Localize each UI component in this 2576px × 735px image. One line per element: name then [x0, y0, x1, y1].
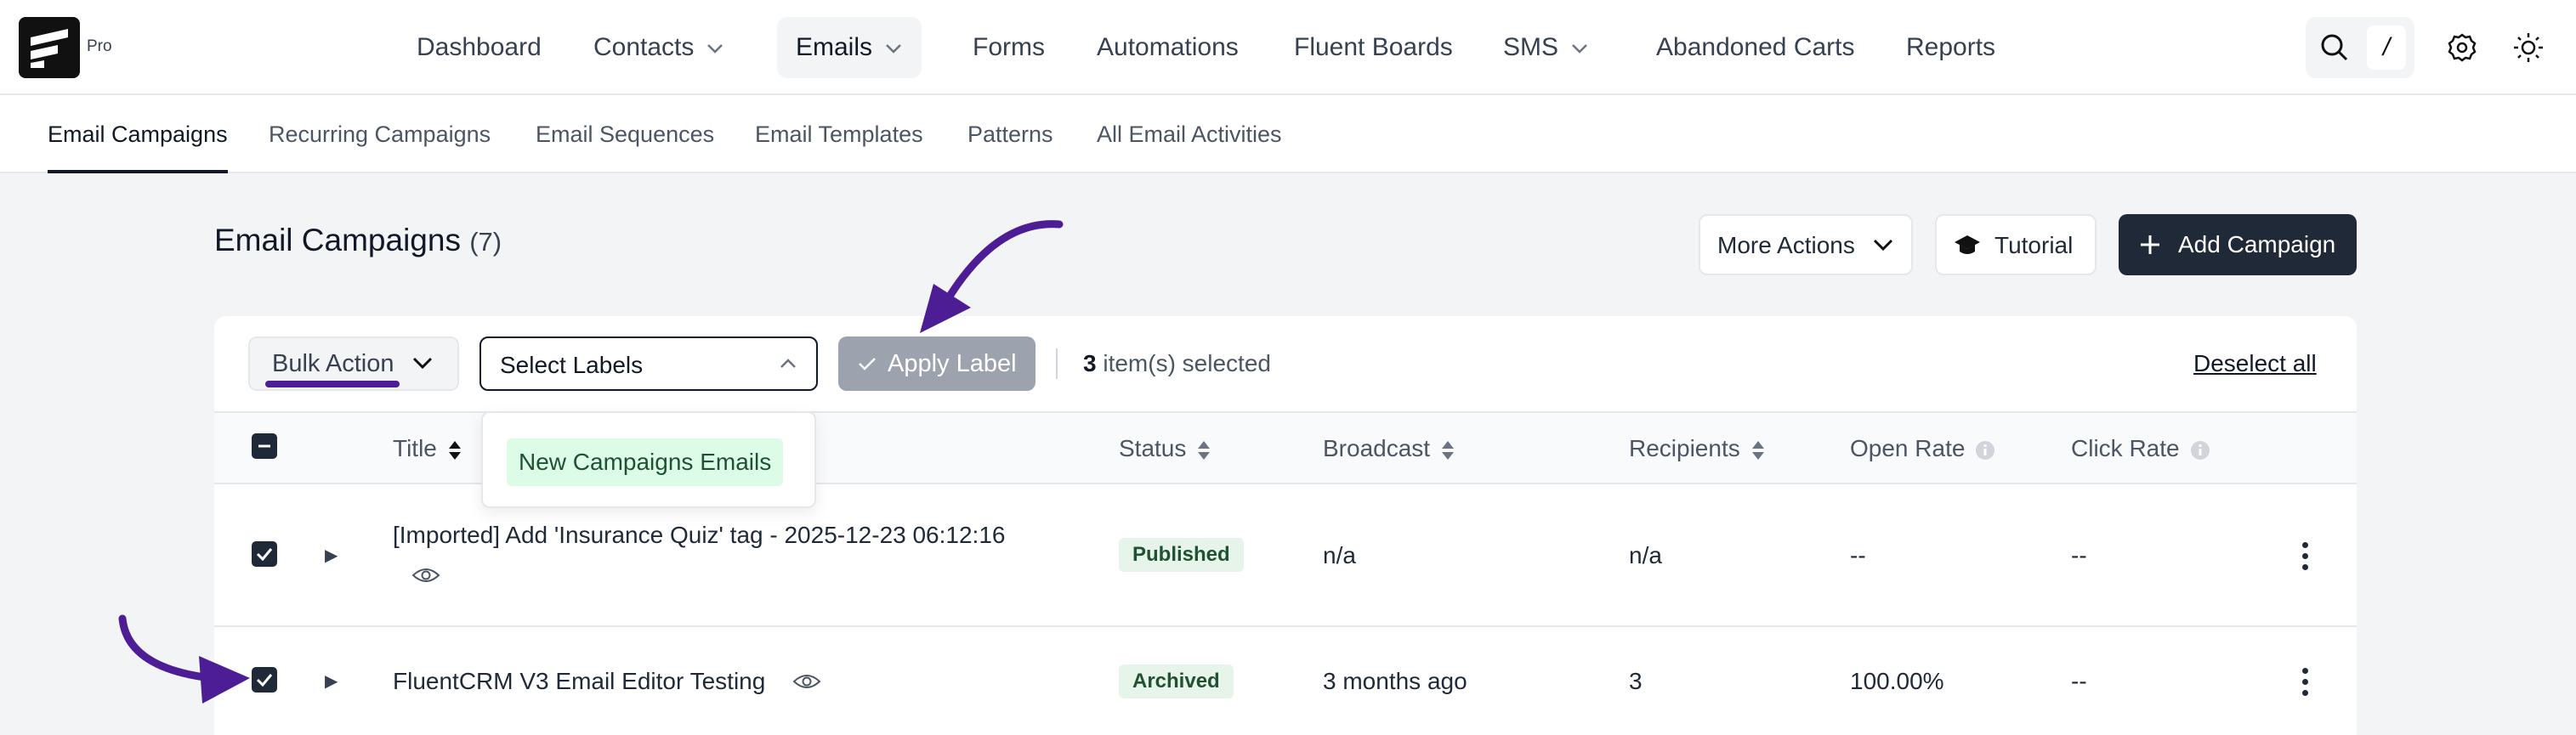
- add-campaign-button[interactable]: Add Campaign: [2119, 214, 2357, 275]
- annotation-arrow-icon: [920, 220, 1064, 333]
- chevron-down-icon: [707, 44, 723, 54]
- select-labels-placeholder: Select Labels: [500, 352, 644, 378]
- row-menu-icon[interactable]: [2302, 668, 2309, 701]
- gear-icon[interactable]: [2445, 31, 2479, 65]
- recipients-value: 3: [1629, 668, 1643, 694]
- open-rate-value: --: [1850, 542, 1866, 568]
- fluentcrm-logo[interactable]: [19, 17, 80, 78]
- labels-dropdown-menu: New Campaigns Emails: [481, 411, 816, 508]
- select-all-checkbox[interactable]: [252, 433, 277, 459]
- search-shortcut-key: /: [2367, 25, 2406, 70]
- column-status[interactable]: Status: [1119, 435, 1211, 462]
- column-broadcast[interactable]: Broadcast: [1323, 435, 1455, 462]
- tutorial-button[interactable]: Tutorial: [1935, 214, 2097, 275]
- nav-forms[interactable]: Forms: [954, 17, 1064, 78]
- column-click-rate: Click Rate: [2071, 435, 2210, 462]
- sort-icon: [1751, 440, 1764, 460]
- campaign-count: (7): [469, 227, 502, 257]
- tab-all-email-activities[interactable]: All Email Activities: [1097, 95, 1282, 173]
- campaign-title[interactable]: [Imported] Add 'Insurance Quiz' tag - 20…: [393, 522, 1005, 549]
- label-option[interactable]: New Campaigns Emails: [507, 438, 784, 486]
- email-subnavigation: Email Campaigns Recurring Campaigns Emai…: [0, 95, 2576, 173]
- open-rate-value: 100.00%: [1850, 668, 1944, 694]
- broadcast-value: 3 months ago: [1323, 668, 1467, 694]
- expand-row-icon[interactable]: ▶: [325, 670, 338, 692]
- status-badge: Archived: [1119, 664, 1234, 698]
- column-open-rate: Open Rate: [1850, 435, 1995, 462]
- select-labels-input[interactable]: Select Labels: [479, 336, 818, 391]
- selection-count: 3 item(s) selected: [1083, 350, 1271, 376]
- plus-icon: [2141, 235, 2159, 254]
- broadcast-value: n/a: [1323, 542, 1356, 568]
- tab-recurring-campaigns[interactable]: Recurring Campaigns: [269, 95, 491, 173]
- annotation-underline: [265, 381, 400, 387]
- nav-reports[interactable]: Reports: [1887, 17, 2014, 78]
- pro-badge: Pro: [87, 37, 112, 55]
- chevron-down-icon: [1572, 44, 1587, 54]
- chevron-down-icon: [886, 44, 901, 54]
- click-rate-value: --: [2071, 542, 2087, 568]
- nav-automations[interactable]: Automations: [1078, 17, 1257, 78]
- expand-row-icon[interactable]: ▶: [325, 545, 338, 566]
- chevron-down-icon: [1873, 239, 1893, 252]
- divider: [1056, 348, 1058, 379]
- sort-icon: [1442, 440, 1455, 460]
- click-rate-value: --: [2071, 668, 2087, 694]
- tab-email-campaigns[interactable]: Email Campaigns: [48, 95, 228, 173]
- row-divider: [214, 625, 2357, 627]
- bulk-action-dropdown[interactable]: Bulk Action: [248, 336, 459, 391]
- tab-patterns[interactable]: Patterns: [967, 95, 1053, 173]
- more-actions-button[interactable]: More Actions: [1699, 214, 1913, 275]
- tab-email-sequences[interactable]: Email Sequences: [536, 95, 714, 173]
- annotation-arrow-icon: [118, 614, 250, 704]
- tab-email-templates[interactable]: Email Templates: [755, 95, 923, 173]
- sun-icon[interactable]: [2511, 31, 2545, 65]
- deselect-all-link[interactable]: Deselect all: [2193, 350, 2317, 377]
- bulk-action-label: Bulk Action: [272, 350, 394, 377]
- search-icon[interactable]: [2318, 31, 2352, 65]
- status-badge: Published: [1119, 538, 1244, 572]
- search-toolbar: /: [2306, 17, 2414, 78]
- info-icon: [2190, 440, 2210, 460]
- eye-icon[interactable]: [411, 566, 440, 585]
- nav-abandoned-carts[interactable]: Abandoned Carts: [1637, 17, 1874, 78]
- graduation-cap-icon: [1955, 235, 1980, 254]
- nav-emails[interactable]: Emails: [777, 17, 922, 78]
- column-recipients[interactable]: Recipients: [1629, 435, 1766, 462]
- apply-label-button[interactable]: Apply Label: [838, 336, 1036, 391]
- recipients-value: n/a: [1629, 542, 1662, 568]
- check-icon: [859, 358, 876, 370]
- chevron-down-icon: [412, 357, 433, 370]
- sort-icon: [448, 440, 461, 460]
- top-navigation: Pro Dashboard Contacts Emails Forms Auto…: [0, 0, 2576, 95]
- column-title[interactable]: Title: [393, 435, 462, 462]
- nav-fluent-boards[interactable]: Fluent Boards: [1275, 17, 1472, 78]
- nav-dashboard[interactable]: Dashboard: [398, 17, 560, 78]
- row-menu-icon[interactable]: [2302, 542, 2309, 575]
- row-checkbox[interactable]: [252, 541, 277, 567]
- nav-contacts[interactable]: Contacts: [575, 17, 743, 78]
- eye-icon[interactable]: [792, 672, 821, 691]
- chevron-up-icon: [780, 359, 796, 368]
- nav-sms[interactable]: SMS: [1484, 17, 1608, 78]
- info-icon: [1976, 440, 1995, 460]
- page-title: Email Campaigns (7): [214, 223, 502, 257]
- sort-icon: [1198, 440, 1211, 460]
- campaign-title[interactable]: FluentCRM V3 Email Editor Testing: [393, 668, 765, 695]
